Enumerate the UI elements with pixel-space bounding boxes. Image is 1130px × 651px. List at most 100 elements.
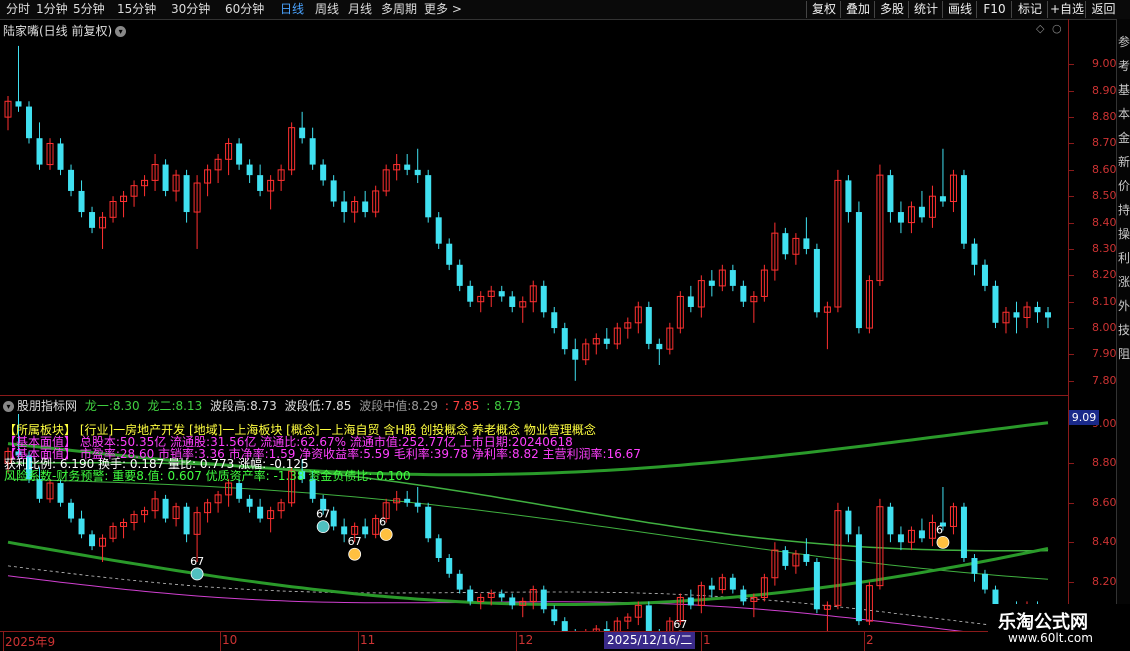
main-candle (68, 169, 75, 191)
sidebar-char: 持 (1117, 203, 1130, 217)
ind-candle (740, 589, 747, 602)
toolbar-button[interactable]: +自选 (1047, 1, 1086, 18)
ind-candle (68, 502, 75, 519)
main-candle (446, 243, 453, 265)
main-candle (971, 243, 978, 265)
main-candle (425, 175, 432, 218)
timeframe-tab[interactable]: 1分钟 (36, 2, 68, 17)
main-candle (162, 164, 169, 191)
indicator-dropdown-icon[interactable]: ▾ (3, 401, 14, 412)
indicator-title-bar: ▾ 股朋指标网 龙一:8.30 龙二:8.13 波段高:8.73 波段低:7.85… (0, 397, 521, 414)
main-candlestick-chart[interactable] (0, 38, 1068, 394)
main-candle (645, 306, 652, 344)
toolbar-button[interactable]: F10 (976, 1, 1012, 18)
sidebar-char: 技 (1117, 323, 1130, 337)
ind-candle (645, 605, 652, 631)
chart-title[interactable]: 陆家嘴(日线 前复权) ▾ (3, 22, 127, 39)
y-tick-label: 8.70 (1092, 136, 1117, 150)
y-tick-mark (1069, 64, 1074, 66)
right-info-sidebar[interactable]: 参考基本金新价持操利涨外技阻 (1116, 19, 1130, 399)
timeframe-tab[interactable]: 更多 > (424, 2, 462, 17)
main-candle (57, 143, 64, 170)
timeframe-tab[interactable]: 周线 (315, 2, 339, 17)
main-candle (855, 212, 862, 329)
main-candle (939, 196, 946, 202)
main-candle (435, 217, 442, 244)
ind-candle (540, 589, 547, 610)
y-tick-mark (1069, 90, 1074, 92)
toolbar-button[interactable]: 返回 (1085, 1, 1121, 18)
last-price-box: 9.09 (1069, 410, 1099, 425)
main-candle (362, 201, 369, 213)
timeframe-tab[interactable]: 日线 (280, 2, 304, 17)
date-separator (516, 632, 517, 651)
y-tick-mark (1069, 581, 1074, 583)
top-toolbar: 分时 1分钟 5分钟 15分钟 30分钟 60分钟 日线 周线 月线 多周期 更多 > 复权 叠加 多股… (0, 0, 1130, 20)
ind-candle (362, 526, 369, 535)
ind-candle (257, 506, 264, 519)
x1-value: : 7.85 (444, 399, 480, 413)
main-candle (299, 127, 306, 139)
y-tick-mark (1069, 196, 1074, 198)
timeframe-tab[interactable]: 月线 (348, 2, 372, 17)
indicator-name[interactable]: 股朋指标网 (17, 399, 77, 413)
main-candle (183, 175, 190, 213)
toolbar-button[interactable]: 复权 (806, 1, 841, 18)
lo-value: 7.85 (324, 399, 352, 413)
y-tick-label: 8.60 (1092, 495, 1117, 509)
toolbar-button[interactable]: 叠加 (840, 1, 875, 18)
main-candle (981, 264, 988, 286)
sidebar-char: 参 (1117, 35, 1130, 49)
signal-icon (348, 547, 362, 561)
main-candle (572, 349, 579, 360)
main-candle (330, 180, 337, 202)
ind-candle (887, 506, 894, 535)
ind-candle (561, 621, 568, 631)
main-candle (1034, 306, 1041, 313)
timeframe-tab[interactable]: 30分钟 (171, 2, 210, 17)
signal-icon (190, 567, 204, 581)
hi-label: 波段高: (210, 399, 251, 413)
toolbar-button[interactable]: 标记 (1011, 1, 1048, 18)
sidebar-char: 利 (1117, 251, 1130, 265)
timeframe-tab[interactable]: 多周期 (381, 2, 417, 17)
lo-label: 波段低: (284, 399, 325, 413)
hi-value: 8.73 (250, 399, 277, 413)
main-candle (89, 212, 96, 228)
main-candle (456, 264, 463, 286)
ind-candle (414, 502, 421, 507)
toolbar-button[interactable]: 画线 (942, 1, 977, 18)
y-tick-mark (1069, 222, 1074, 224)
sidebar-strip-lower (1116, 399, 1130, 604)
main-candle (467, 285, 474, 302)
signal-label: 67 (673, 618, 687, 631)
y-tick-mark (1069, 248, 1074, 250)
y-tick-label: 8.50 (1092, 189, 1117, 203)
mid-value: 8.29 (411, 399, 438, 413)
chart-title-text: 陆家嘴(日线 前复权) (3, 24, 113, 38)
y-tick-mark (1069, 354, 1074, 356)
timeframe-tab[interactable]: 分时 (6, 2, 30, 17)
timeframe-tab[interactable]: 15分钟 (117, 2, 156, 17)
y-tick-label: 8.90 (1092, 83, 1117, 97)
timeframe-tab[interactable]: 60分钟 (225, 2, 264, 17)
dropdown-icon[interactable]: ▾ (115, 26, 127, 37)
diamond-icon[interactable]: ◇ (1036, 22, 1044, 35)
toolbar-button[interactable]: 多股 (874, 1, 909, 18)
signal-label: 6 (379, 516, 386, 529)
watermark: 乐淘公式网 www.60lt.com (988, 604, 1130, 650)
main-candle (257, 175, 264, 191)
circle-icon[interactable]: ○ (1052, 22, 1062, 35)
main-candle (992, 285, 999, 323)
ind-candle (57, 483, 64, 503)
main-candle (561, 328, 568, 350)
info-line: 风险系数-财务预警: 重要8.值: 0.607 优质资产率: -1.38 资金负… (4, 469, 411, 483)
mid-label: 波段中值: (359, 399, 412, 413)
highlight-date: 2025/12/16/二 (604, 632, 696, 649)
date-separator (864, 632, 865, 651)
date-separator (358, 632, 359, 651)
timeframe-tab[interactable]: 5分钟 (73, 2, 105, 17)
toolbar-button[interactable]: 统计 (908, 1, 943, 18)
main-candle (246, 164, 253, 176)
main-candle (414, 169, 421, 176)
